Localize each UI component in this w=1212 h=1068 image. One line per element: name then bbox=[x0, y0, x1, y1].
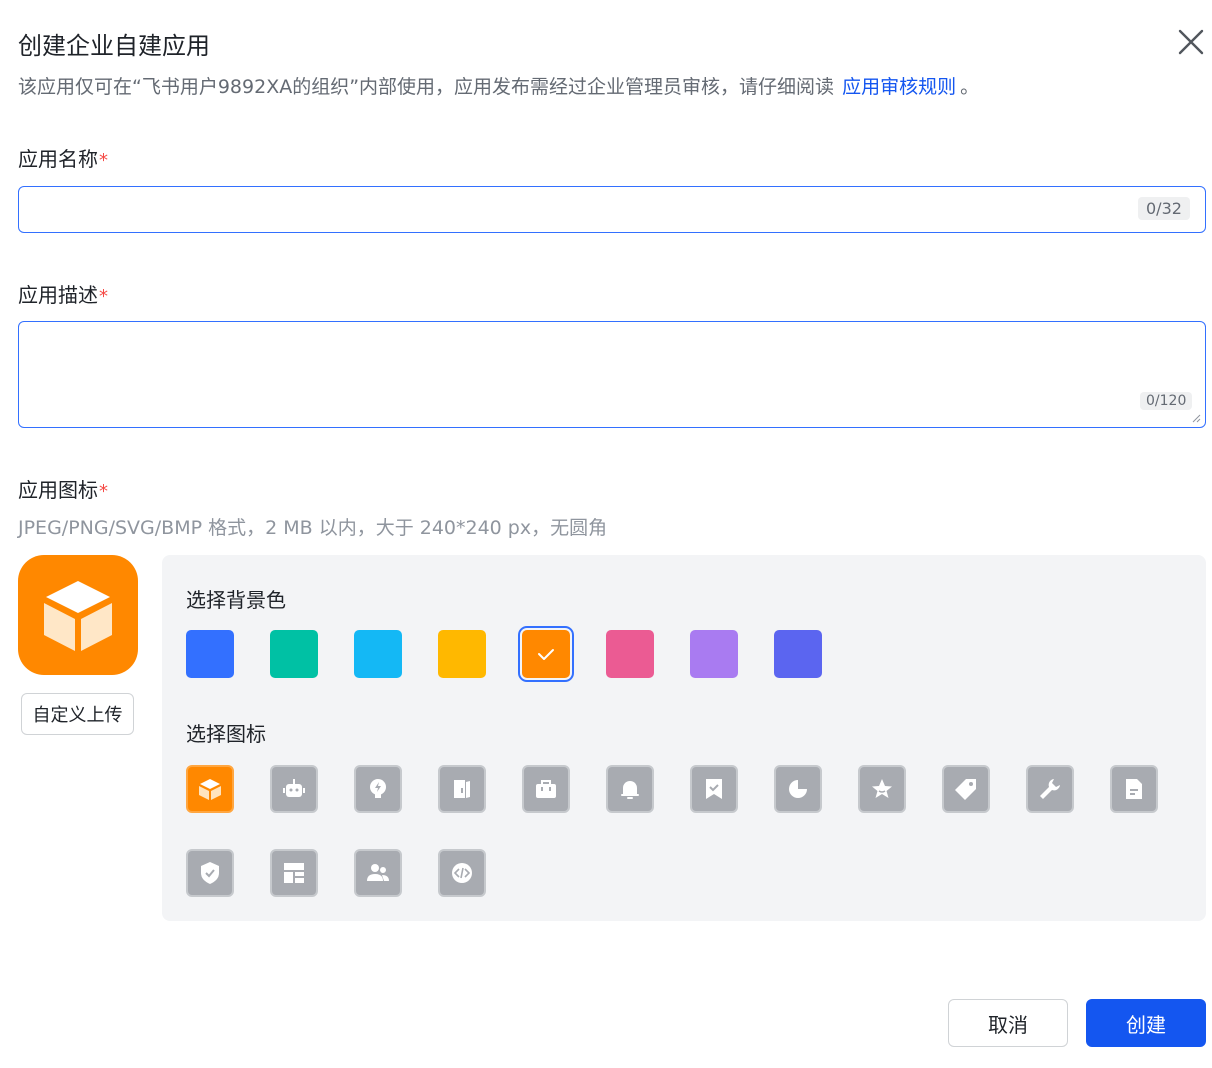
background-color-label: 选择背景色 bbox=[186, 588, 286, 612]
app-name-input[interactable] bbox=[19, 187, 1205, 232]
book-icon bbox=[454, 780, 470, 798]
icon-option-code[interactable] bbox=[438, 849, 486, 897]
tag-icon bbox=[955, 779, 976, 800]
cube-icon bbox=[44, 581, 112, 651]
wrench-icon bbox=[1040, 779, 1060, 799]
color-swatch-sky[interactable] bbox=[354, 630, 402, 678]
color-swatch-orange[interactable] bbox=[518, 626, 574, 682]
required-mark: * bbox=[99, 286, 108, 307]
color-swatch-purple[interactable] bbox=[690, 630, 738, 678]
cube-icon bbox=[199, 779, 221, 800]
app-name-label: 应用名称* bbox=[18, 143, 108, 172]
app-icon-label-text: 应用图标 bbox=[18, 478, 98, 502]
custom-upload-button[interactable]: 自定义上传 bbox=[21, 693, 134, 735]
robot-icon bbox=[283, 779, 305, 797]
icon-option-tag[interactable] bbox=[942, 765, 990, 813]
icon-option-layout[interactable] bbox=[270, 849, 318, 897]
app-icon-label: 应用图标* bbox=[18, 474, 108, 503]
bookmark-check-icon bbox=[706, 779, 722, 799]
icon-option-star[interactable] bbox=[858, 765, 906, 813]
choose-icon-label: 选择图标 bbox=[186, 722, 266, 746]
subtitle-tail: 。 bbox=[960, 76, 980, 98]
lightbulb-icon bbox=[370, 779, 386, 798]
check-icon bbox=[538, 649, 554, 660]
cancel-button[interactable]: 取消 bbox=[948, 999, 1068, 1047]
color-swatch-yellow[interactable] bbox=[438, 630, 486, 678]
required-mark: * bbox=[99, 481, 108, 502]
code-icon bbox=[452, 863, 472, 883]
app-description-label: 应用描述* bbox=[18, 279, 108, 308]
app-description-input[interactable] bbox=[19, 322, 1205, 427]
icon-option-pie-chart[interactable] bbox=[774, 765, 822, 813]
layout-icon bbox=[284, 863, 304, 883]
color-swatch-teal[interactable] bbox=[270, 630, 318, 678]
app-description-counter: 0/120 bbox=[1140, 392, 1193, 410]
color-swatch-blue[interactable] bbox=[186, 630, 234, 678]
star-icon bbox=[872, 779, 892, 798]
dialog-title: 创建企业自建应用 bbox=[18, 32, 210, 60]
subtitle-text: 该应用仅可在“飞书用户9892XA的组织”内部使用，应用发布需经过企业管理员审核… bbox=[18, 76, 835, 98]
resize-grip-icon[interactable] bbox=[1191, 413, 1201, 423]
icon-option-book[interactable] bbox=[438, 765, 486, 813]
app-description-label-text: 应用描述 bbox=[18, 283, 98, 307]
app-name-label-text: 应用名称 bbox=[18, 147, 98, 171]
app-name-field[interactable]: 0/32 bbox=[18, 186, 1206, 233]
icon-option-document[interactable] bbox=[1110, 765, 1158, 813]
icon-option-wrench[interactable] bbox=[1026, 765, 1074, 813]
close-icon[interactable] bbox=[1172, 24, 1210, 60]
review-rules-link[interactable]: 应用审核规则 bbox=[842, 76, 956, 98]
bell-icon bbox=[621, 781, 639, 799]
color-swatch-pink[interactable] bbox=[606, 630, 654, 678]
app-description-field[interactable]: 0/120 bbox=[18, 321, 1206, 428]
dialog-subtitle: 该应用仅可在“飞书用户9892XA的组织”内部使用，应用发布需经过企业管理员审核… bbox=[18, 72, 979, 99]
briefcase-icon bbox=[536, 780, 556, 798]
create-button[interactable]: 创建 bbox=[1086, 999, 1206, 1047]
icon-option-bookmark[interactable] bbox=[690, 765, 738, 813]
icon-option-lightbulb[interactable] bbox=[354, 765, 402, 813]
app-name-counter: 0/32 bbox=[1138, 197, 1190, 220]
icon-option-cube[interactable] bbox=[186, 765, 234, 813]
icon-picker-panel: 选择背景色 选择图标 bbox=[162, 555, 1206, 921]
icon-option-shield[interactable] bbox=[186, 849, 234, 897]
required-mark: * bbox=[99, 150, 108, 171]
app-icon-preview bbox=[18, 555, 138, 675]
users-icon bbox=[367, 864, 389, 881]
icon-option-bell[interactable] bbox=[606, 765, 654, 813]
document-icon bbox=[1126, 779, 1142, 799]
app-icon-hint: JPEG/PNG/SVG/BMP 格式，2 MB 以内，大于 240*240 p… bbox=[18, 517, 608, 539]
pie-chart-icon bbox=[789, 780, 807, 798]
color-swatch-indigo[interactable] bbox=[774, 630, 822, 678]
icon-option-users[interactable] bbox=[354, 849, 402, 897]
icon-option-robot[interactable] bbox=[270, 765, 318, 813]
icon-option-briefcase[interactable] bbox=[522, 765, 570, 813]
shield-check-icon bbox=[201, 862, 219, 884]
